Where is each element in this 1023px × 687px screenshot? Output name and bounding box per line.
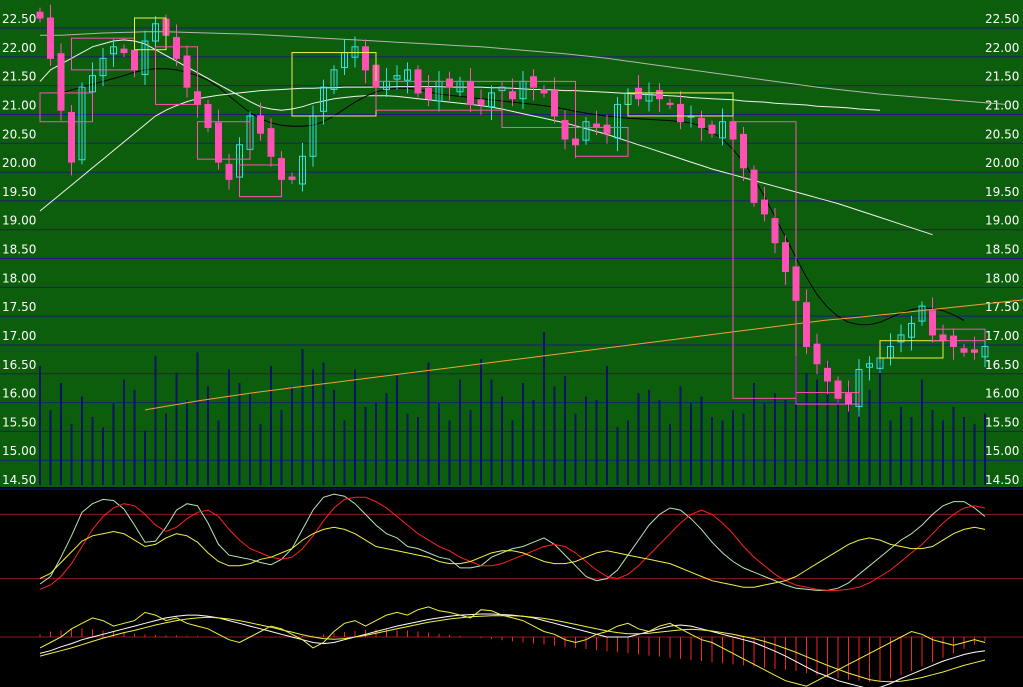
candle-down bbox=[425, 87, 432, 100]
y-tick-label-right: 20.50 bbox=[985, 127, 1019, 141]
candle-down bbox=[813, 343, 821, 365]
candle-down bbox=[204, 103, 212, 128]
candle-down bbox=[593, 123, 600, 128]
candle-down bbox=[47, 17, 54, 59]
y-tick-label-left: 21.00 bbox=[2, 98, 36, 112]
candle-down bbox=[551, 90, 558, 117]
y-tick-label-left: 17.00 bbox=[2, 329, 36, 343]
y-tick-label-right: 18.50 bbox=[985, 243, 1019, 257]
candle-down bbox=[603, 124, 611, 134]
candle-down bbox=[509, 91, 516, 100]
candle-down bbox=[939, 334, 947, 342]
y-tick-label-left: 22.50 bbox=[2, 12, 36, 26]
y-tick-label-left: 20.50 bbox=[2, 127, 36, 141]
y-tick-label-left: 19.00 bbox=[2, 214, 36, 228]
candle-down bbox=[708, 124, 716, 134]
candle-down bbox=[782, 242, 789, 273]
candle-down bbox=[698, 117, 705, 128]
candle-down bbox=[68, 112, 75, 163]
candle-down bbox=[656, 90, 663, 100]
candle-down bbox=[771, 218, 779, 244]
candle-down bbox=[477, 99, 485, 105]
y-tick-label-right: 22.50 bbox=[985, 12, 1019, 26]
candle-down bbox=[677, 103, 684, 123]
candle-down bbox=[540, 88, 548, 94]
candle-down bbox=[257, 115, 264, 134]
y-tick-label-left: 14.50 bbox=[2, 473, 36, 487]
y-tick-label-left: 22.00 bbox=[2, 41, 36, 55]
y-tick-label-left: 15.00 bbox=[2, 444, 36, 458]
candle-down bbox=[561, 120, 569, 140]
y-tick-label-right: 17.00 bbox=[985, 329, 1019, 343]
candle-down bbox=[36, 11, 44, 19]
candle-down bbox=[803, 302, 810, 347]
y-tick-label-left: 17.50 bbox=[2, 300, 36, 314]
candle-down bbox=[950, 335, 957, 347]
y-tick-label-right: 18.00 bbox=[985, 271, 1019, 285]
candle-down bbox=[845, 393, 852, 405]
candle-down bbox=[530, 76, 537, 88]
candle-down bbox=[834, 380, 842, 399]
candle-down bbox=[120, 48, 128, 54]
candle-down bbox=[761, 199, 768, 215]
y-tick-label-left: 18.00 bbox=[2, 271, 36, 285]
y-tick-label-left: 19.50 bbox=[2, 185, 36, 199]
y-tick-label-left: 20.00 bbox=[2, 156, 36, 170]
y-tick-label-right: 19.00 bbox=[985, 214, 1019, 228]
y-tick-label-right: 16.00 bbox=[985, 387, 1019, 401]
stock-chart-canvas[interactable]: 22.50 22.50 22.00 22.00 21.50 21.50 21.00 21.00… bbox=[0, 0, 1023, 687]
candle-down bbox=[960, 348, 968, 353]
candle-down bbox=[225, 163, 233, 180]
y-tick-label-left: 16.00 bbox=[2, 387, 36, 401]
candle-down bbox=[267, 128, 275, 157]
y-tick-label-right: 16.50 bbox=[985, 358, 1019, 372]
candle-down bbox=[666, 102, 674, 105]
candle-down bbox=[750, 169, 758, 203]
candle-down bbox=[183, 55, 191, 88]
y-tick-label-right: 15.00 bbox=[985, 444, 1019, 458]
candle-down bbox=[971, 349, 978, 353]
y-tick-label-right: 14.50 bbox=[985, 473, 1019, 487]
candle-down bbox=[288, 176, 296, 180]
y-tick-label-left: 18.50 bbox=[2, 243, 36, 257]
candle-down bbox=[446, 78, 453, 88]
candle-down bbox=[215, 122, 222, 163]
y-tick-label-right: 19.50 bbox=[985, 185, 1019, 199]
y-tick-label-left: 21.50 bbox=[2, 70, 36, 84]
candle-down bbox=[740, 133, 747, 169]
y-tick-label-right: 15.50 bbox=[985, 415, 1019, 429]
candle-down bbox=[57, 53, 65, 111]
candle-down bbox=[362, 46, 369, 71]
y-tick-label-right: 21.50 bbox=[985, 70, 1019, 84]
y-tick-label-left: 15.50 bbox=[2, 415, 36, 429]
candle-down bbox=[635, 87, 642, 100]
y-tick-label-left: 16.50 bbox=[2, 358, 36, 372]
y-tick-label-right: 21.00 bbox=[985, 98, 1019, 112]
y-tick-label-right: 20.00 bbox=[985, 156, 1019, 170]
candle-down bbox=[824, 367, 831, 382]
candle-down bbox=[173, 37, 180, 59]
candle-down bbox=[467, 80, 474, 105]
y-tick-label-right: 22.00 bbox=[985, 41, 1019, 55]
